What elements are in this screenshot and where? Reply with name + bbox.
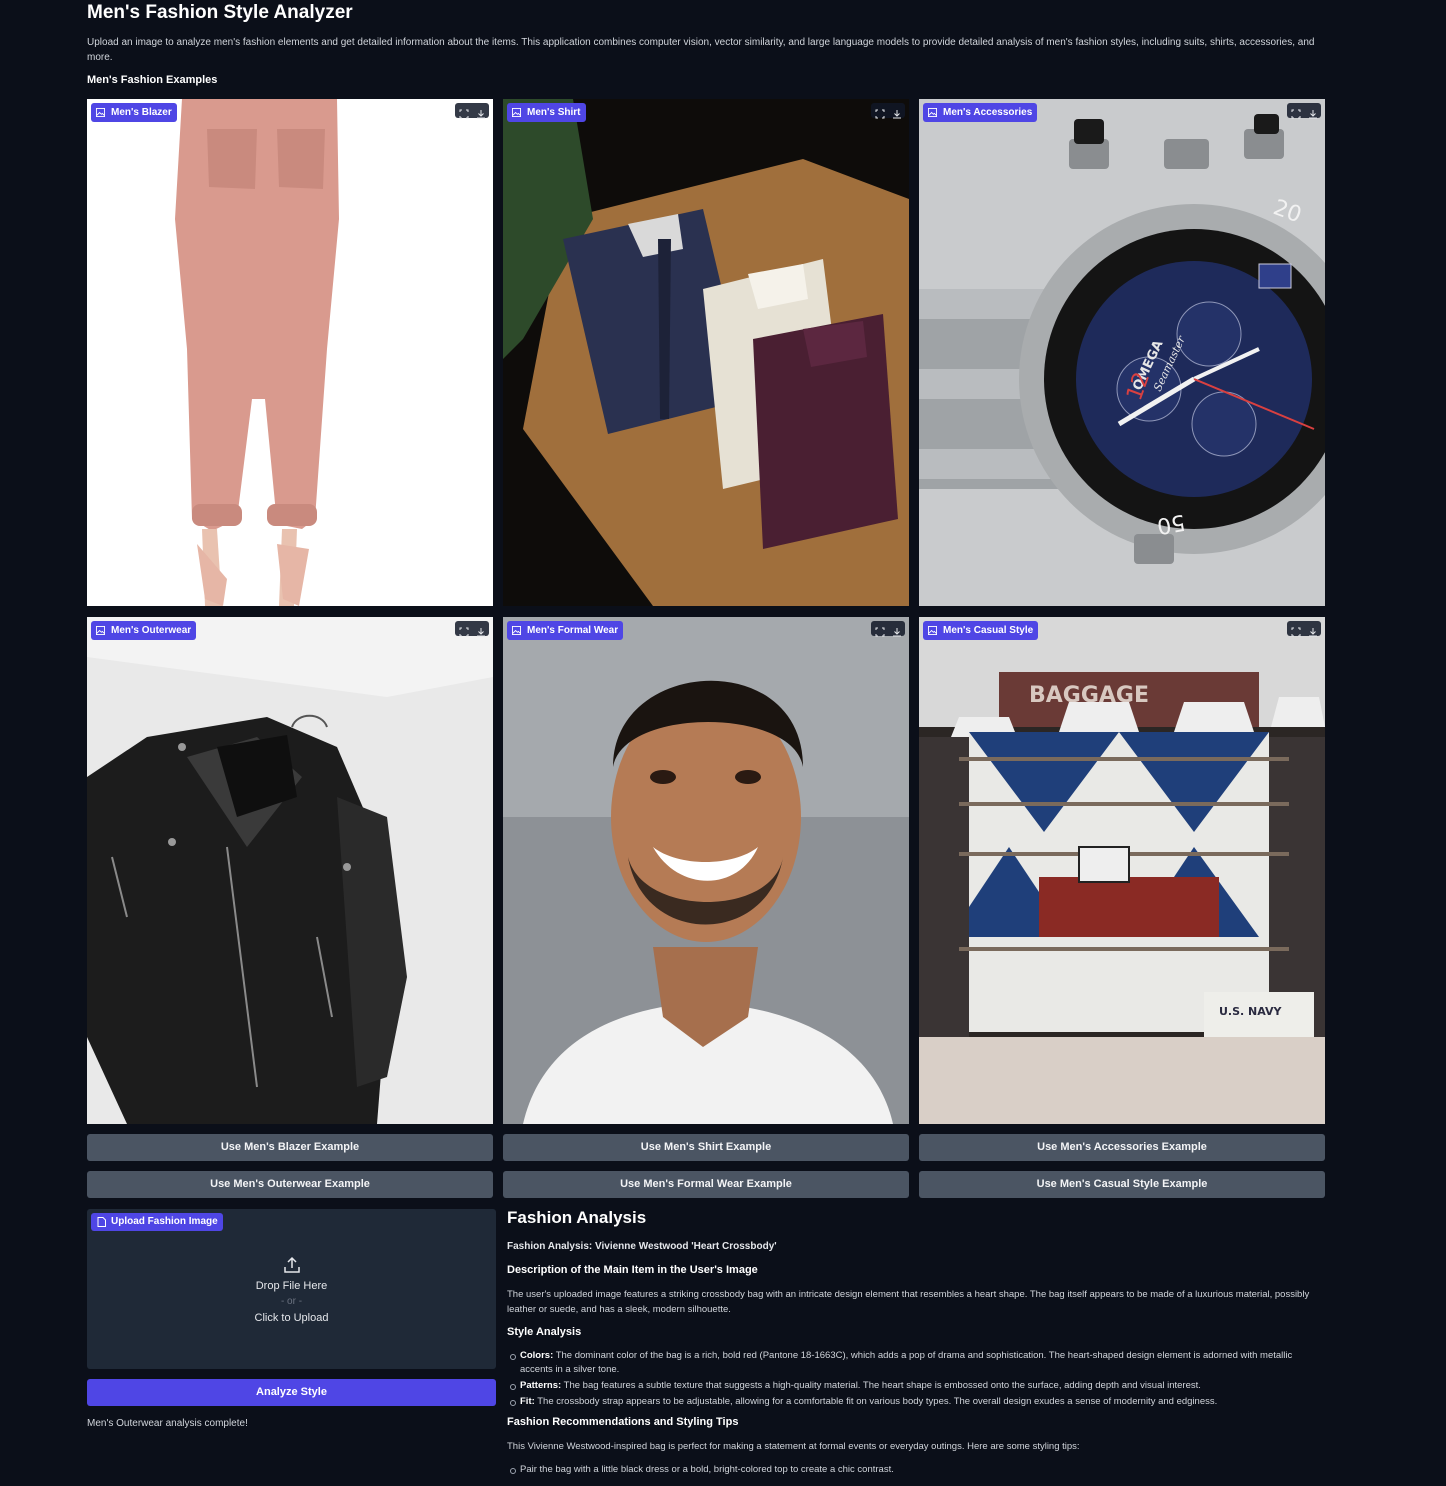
card-tools: [1287, 621, 1321, 636]
image-icon: [512, 626, 521, 635]
gallery-card-shirt[interactable]: Men's Shirt: [503, 99, 909, 606]
image-icon: [512, 108, 521, 117]
card-tools: [871, 621, 905, 636]
card-label: Men's Shirt: [507, 103, 586, 122]
use-outerwear-example-button[interactable]: Use Men's Outerwear Example: [87, 1171, 493, 1198]
description-heading: Description of the Main Item in the User…: [507, 1264, 758, 1276]
card-label: Men's Blazer: [91, 103, 177, 122]
analysis-output: Fashion Analysis Fashion Analysis: Vivie…: [507, 1208, 1325, 1484]
card-label: Men's Casual Style: [923, 621, 1039, 640]
list-item: Fit: The crossbody strap appears to be a…: [507, 1395, 1325, 1409]
card-label-text: Men's Accessories: [943, 107, 1033, 118]
gallery-card-accessories[interactable]: OMEGA Seamaster 20 50 12 Men's Accessori…: [919, 99, 1325, 606]
bezel-50-text: 50: [1155, 509, 1187, 538]
image-icon: [96, 108, 105, 117]
card-label-text: Men's Shirt: [527, 107, 581, 118]
card-label: Men's Accessories: [923, 103, 1038, 122]
smiling-man-portrait-photo: [503, 617, 909, 1124]
intro-text: Upload an image to analyze men's fashion…: [87, 37, 1315, 63]
style-term: Colors:: [520, 1350, 554, 1361]
download-icon[interactable]: [892, 624, 902, 636]
tips-list: Pair the bag with a little black dress o…: [507, 1463, 1325, 1477]
list-item: Colors: The dominant color of the bag is…: [507, 1349, 1325, 1377]
download-icon[interactable]: [1308, 106, 1318, 118]
style-text: The crossbody strap appears to be adjust…: [537, 1396, 1218, 1407]
style-text: The bag features a subtle texture that s…: [563, 1380, 1201, 1391]
card-label-text: Men's Formal Wear: [527, 625, 619, 636]
fullscreen-icon[interactable]: [459, 106, 469, 118]
folded-dress-shirts-photo: [503, 99, 909, 606]
card-label-text: Men's Blazer: [111, 107, 172, 118]
upload-instructions: Drop File Here - or - Click to Upload: [87, 1256, 496, 1326]
use-blazer-example-button[interactable]: Use Men's Blazer Example: [87, 1134, 493, 1161]
style-term: Fit:: [520, 1396, 535, 1407]
list-item: Patterns: The bag features a subtle text…: [507, 1379, 1325, 1393]
recommend-intro: This Vivienne Westwood-inspired bag is p…: [507, 1441, 1080, 1452]
list-item: Pair the bag with a little black dress o…: [507, 1463, 1325, 1477]
fullscreen-icon[interactable]: [875, 624, 885, 636]
recommend-heading: Fashion Recommendations and Styling Tips: [507, 1416, 739, 1428]
status-text: Men's Outerwear analysis complete!: [87, 1418, 248, 1429]
use-shirt-example-button[interactable]: Use Men's Shirt Example: [503, 1134, 909, 1161]
download-icon[interactable]: [476, 624, 486, 636]
style-text: The dominant color of the bag is a rich,…: [520, 1350, 1293, 1375]
upload-dropzone[interactable]: Upload Fashion Image Drop File Here - or…: [87, 1209, 496, 1369]
use-formal-wear-example-button[interactable]: Use Men's Formal Wear Example: [503, 1171, 909, 1198]
card-label-text: Men's Outerwear: [111, 625, 192, 636]
download-icon[interactable]: [476, 106, 486, 118]
upload-label: Upload Fashion Image: [91, 1213, 223, 1231]
analysis-subtitle: Fashion Analysis: Vivienne Westwood 'Hea…: [507, 1241, 777, 1252]
gallery-card-casual-style[interactable]: BAGGAGE U.S. NAVY Men's Casual Style: [919, 617, 1325, 1124]
gallery-card-blazer[interactable]: Men's Blazer: [87, 99, 493, 606]
card-tools: [455, 103, 489, 118]
pink-jogger-pants-photo: [87, 99, 493, 606]
click-to-upload-text[interactable]: Click to Upload: [87, 1310, 496, 1326]
or-text: - or -: [280, 1296, 303, 1307]
card-label: Men's Outerwear: [91, 621, 197, 640]
clothing-store-interior-photo: BAGGAGE U.S. NAVY: [919, 617, 1325, 1124]
use-accessories-example-button[interactable]: Use Men's Accessories Example: [919, 1134, 1325, 1161]
examples-heading: Men's Fashion Examples: [87, 74, 218, 86]
card-tools: [455, 621, 489, 636]
navy-text: U.S. NAVY: [1219, 1005, 1283, 1018]
upload-icon: [283, 1256, 300, 1273]
fullscreen-icon[interactable]: [1291, 106, 1301, 118]
card-tools: [871, 103, 905, 118]
gallery-card-formal-wear[interactable]: Men's Formal Wear: [503, 617, 909, 1124]
black-leather-jacket-photo: [87, 617, 493, 1124]
card-label: Men's Formal Wear: [507, 621, 624, 640]
analyze-style-button[interactable]: Analyze Style: [87, 1379, 496, 1406]
fullscreen-icon[interactable]: [875, 106, 885, 118]
style-term: Patterns:: [520, 1380, 562, 1391]
style-heading: Style Analysis: [507, 1326, 582, 1338]
file-icon: [97, 1217, 106, 1227]
page-title: Men's Fashion Style Analyzer: [87, 2, 353, 23]
upload-label-text: Upload Fashion Image: [111, 1216, 218, 1227]
download-icon[interactable]: [1308, 624, 1318, 636]
image-icon: [928, 108, 937, 117]
style-list: Colors: The dominant color of the bag is…: [507, 1349, 1325, 1409]
use-casual-style-example-button[interactable]: Use Men's Casual Style Example: [919, 1171, 1325, 1198]
card-label-text: Men's Casual Style: [943, 625, 1034, 636]
omega-seamaster-watch-photo: OMEGA Seamaster 20 50 12: [919, 99, 1325, 606]
gallery-card-outerwear[interactable]: Men's Outerwear: [87, 617, 493, 1124]
image-icon: [96, 626, 105, 635]
description-text: The user's uploaded image features a str…: [507, 1289, 1310, 1315]
fullscreen-icon[interactable]: [1291, 624, 1301, 636]
download-icon[interactable]: [892, 106, 902, 118]
fullscreen-icon[interactable]: [459, 624, 469, 636]
image-icon: [928, 626, 937, 635]
card-tools: [1287, 103, 1321, 118]
drop-file-text: Drop File Here: [255, 1280, 328, 1292]
analysis-heading: Fashion Analysis: [507, 1208, 647, 1227]
